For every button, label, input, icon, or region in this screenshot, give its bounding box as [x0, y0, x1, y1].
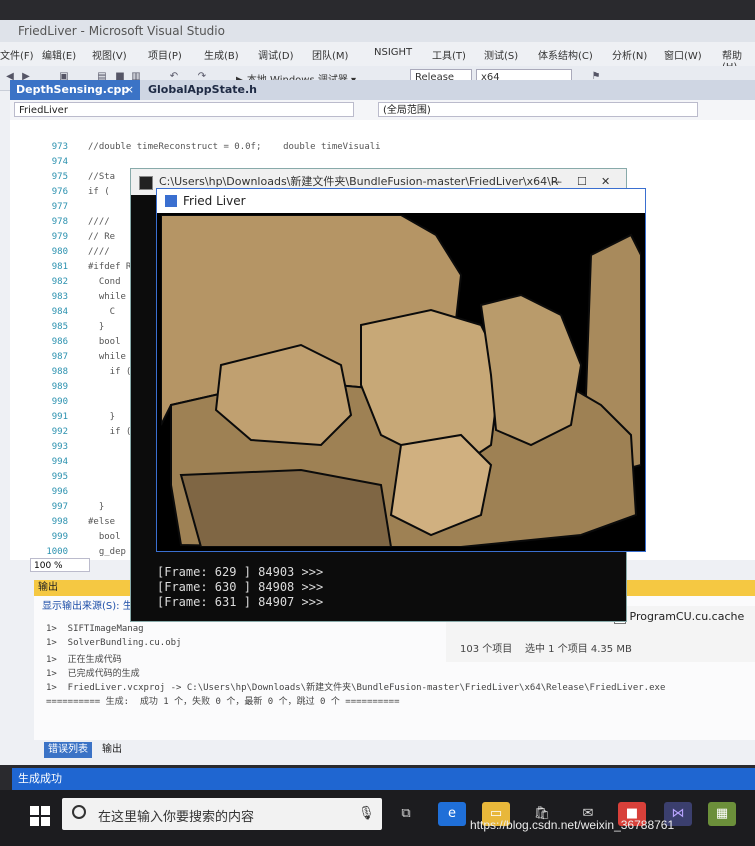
menu-item[interactable]: 团队(M): [312, 47, 348, 62]
code-line: if (: [88, 427, 132, 437]
vs-title-bar: FriedLiver - Microsoft Visual Studio: [0, 20, 755, 42]
bottom-tab-strip: 错误列表 输出: [44, 742, 344, 758]
code-line: }: [88, 502, 105, 512]
console-app-icon: [139, 176, 153, 190]
explorer-selection: 选中 1 个项目 4.35 MB: [524, 644, 632, 655]
minecraft-icon[interactable]: ▦: [708, 802, 736, 826]
code-line: Cond: [88, 277, 121, 287]
code-line: bool: [88, 337, 121, 347]
output-line: 1> SIFTImageManag: [46, 624, 144, 634]
search-icon: [72, 805, 86, 819]
output-line: ========== 生成: 成功 1 个，失败 0 个，最新 0 个，跳过 0…: [46, 697, 400, 707]
code-line: #else: [88, 517, 116, 527]
scope-name: (全局范围): [383, 105, 431, 116]
console-output: [Frame: 629 ] 84903 >>> [Frame: 630 ] 849…: [131, 565, 626, 621]
project-dropdown[interactable]: FriedLiver: [14, 102, 354, 117]
zoom-level[interactable]: 100 %: [30, 558, 90, 572]
output-line: 1> 正在生成代码: [46, 655, 122, 665]
output-line: 1> 已完成代码的生成: [46, 669, 140, 679]
menu-item[interactable]: 调试(D): [258, 47, 294, 62]
status-bar: 生成成功: [12, 768, 755, 790]
render-title-text: Fried Liver: [183, 194, 246, 208]
console-line: [Frame: 631 ] 84907 >>>: [157, 595, 324, 609]
explorer-item-count: 103 个项目: [460, 644, 513, 655]
watermark-text: https://blog.csdn.net/weixin_36788761: [470, 818, 675, 832]
scope-dropdown[interactable]: (全局范围): [378, 102, 698, 117]
microphone-icon[interactable]: 🎙: [358, 806, 375, 821]
project-name: FriedLiver: [19, 105, 68, 116]
menu-item[interactable]: 编辑(E): [42, 47, 76, 62]
menu-item[interactable]: 窗口(W): [664, 47, 702, 62]
code-line: ////: [88, 217, 110, 227]
document-tab-strip: DepthSensing.cpp × GlobalAppState.h: [10, 80, 755, 100]
vs-title-text: FriedLiver - Microsoft Visual Studio: [18, 24, 225, 38]
floor-surface: [179, 468, 393, 547]
tab-error-list[interactable]: 错误列表: [44, 742, 92, 758]
edge-icon[interactable]: e: [438, 802, 466, 826]
code-line: while: [88, 352, 126, 362]
code-line: }: [88, 412, 116, 422]
explorer-file-name: ProgramCU.cu.cache: [629, 610, 745, 623]
menu-item[interactable]: 项目(P): [148, 47, 182, 62]
render-window[interactable]: Fried Liver: [156, 188, 646, 552]
output-line: 1> FriedLiver.vcxproj -> C:\Users\hp\Dow…: [46, 683, 666, 693]
reconstruction-view[interactable]: [161, 215, 641, 547]
code-line: // Re: [88, 232, 116, 242]
code-line: g_dep: [88, 547, 126, 557]
code-line: if (: [88, 367, 132, 377]
console-line: [Frame: 629 ] 84903 >>>: [157, 565, 324, 579]
output-line: 1> SolverBundling.cu.obj: [46, 638, 182, 648]
render-app-icon: [165, 195, 177, 207]
vs-menu-bar: 文件(F) 编辑(E) 视图(V) 项目(P) 生成(B) 调试(D) 团队(M) NSIGH…: [0, 42, 755, 73]
task-view-icon[interactable]: ⧉: [392, 802, 420, 826]
console-line: [Frame: 630 ] 84908 >>>: [157, 580, 324, 594]
tab-globalappstate[interactable]: GlobalAppState.h: [142, 80, 272, 100]
render-title-bar: Fried Liver: [157, 189, 645, 213]
search-placeholder: 在这里输入你要搜索的内容: [98, 810, 255, 825]
tab-output[interactable]: 输出: [98, 742, 126, 758]
tab-depthsensing[interactable]: DepthSensing.cpp ×: [10, 80, 140, 100]
tab-label: GlobalAppState.h: [148, 83, 258, 96]
menu-item[interactable]: 生成(B): [204, 47, 239, 62]
windows-start-icon[interactable]: [30, 806, 50, 826]
menu-item[interactable]: 分析(N): [612, 47, 647, 62]
menu-item[interactable]: 体系结构(C): [538, 47, 593, 62]
menu-item[interactable]: 文件(F): [0, 47, 34, 62]
code-line: while: [88, 292, 126, 302]
taskbar-search-box[interactable]: 在这里输入你要搜索的内容 🎙: [62, 798, 382, 830]
menu-item[interactable]: 测试(S): [484, 47, 518, 62]
menu-item[interactable]: 工具(T): [432, 47, 466, 62]
close-tab-icon[interactable]: ×: [125, 80, 134, 100]
code-line: //Sta: [88, 172, 116, 182]
menu-item[interactable]: NSIGHT: [374, 47, 412, 58]
explorer-file-item[interactable]: ProgramCU.cu.cache: [614, 610, 744, 624]
code-line: C: [88, 307, 116, 317]
navigation-bar: FriedLiver (全局范围): [10, 100, 755, 121]
code-line: if (: [88, 187, 110, 197]
explorer-status: 103 个项目 选中 1 个项目 4.35 MB: [460, 640, 632, 655]
tab-label: DepthSensing.cpp: [16, 83, 130, 96]
code-line: bool: [88, 532, 121, 542]
code-line: ////: [88, 247, 110, 257]
menu-item[interactable]: 视图(V): [92, 47, 127, 62]
code-line: }: [88, 322, 105, 332]
code-line: //double timeReconstruct = 0.0f; double …: [88, 142, 381, 152]
